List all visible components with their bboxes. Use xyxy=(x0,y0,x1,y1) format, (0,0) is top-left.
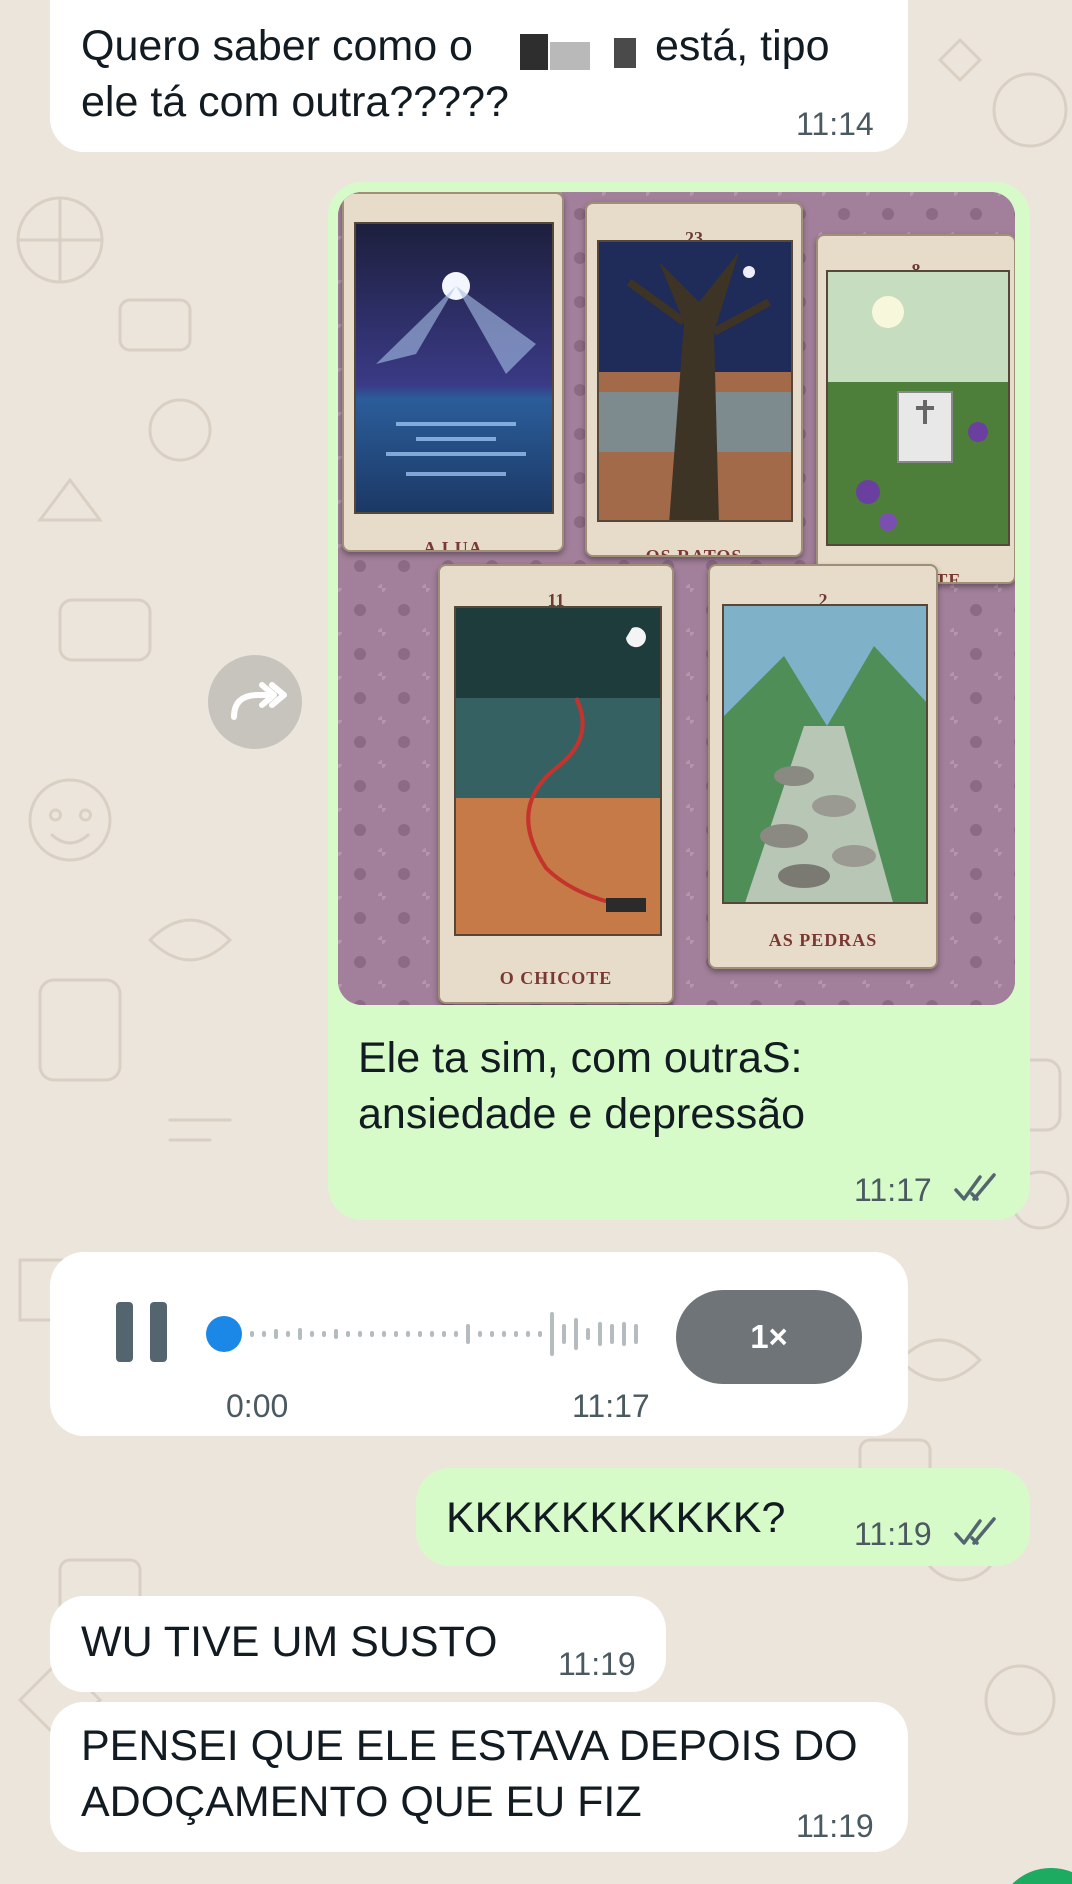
pause-icon xyxy=(116,1302,133,1362)
message-text-line1a: Quero saber como o xyxy=(81,22,473,70)
card-os-ratos: 23 OS RATOS xyxy=(585,202,803,557)
redacted-name-2 xyxy=(614,38,636,68)
message-text: WU TIVE UM SUSTO xyxy=(81,1618,498,1666)
forward-button[interactable] xyxy=(208,655,302,749)
audio-duration: 0:00 xyxy=(226,1388,289,1424)
message-text-line1b: está, tipo xyxy=(655,22,830,70)
whip-artwork xyxy=(456,608,660,934)
message-text: KKKKKKKKKKK? xyxy=(446,1494,786,1542)
card-a-morte: 8 A MORTE xyxy=(816,234,1015,584)
incoming-message-1[interactable]: Quero saber como o está, tipo ele tá com… xyxy=(50,0,908,152)
rats-artwork xyxy=(599,242,791,520)
death-artwork xyxy=(828,272,1008,544)
message-time: 11:17 xyxy=(572,1388,650,1424)
message-time: 11:19 xyxy=(854,1516,932,1552)
outgoing-image-message[interactable]: 32 A LUA xyxy=(328,182,1030,1220)
card-a-lua: 32 A LUA xyxy=(342,192,564,552)
message-time: 11:17 xyxy=(854,1172,932,1208)
pause-button[interactable] xyxy=(116,1302,176,1366)
message-time: 11:19 xyxy=(796,1808,874,1844)
moon-artwork xyxy=(356,224,552,512)
card-as-pedras: 2 AS PEDRAS xyxy=(708,564,938,969)
audio-progress-thumb[interactable] xyxy=(206,1316,242,1352)
stones-artwork xyxy=(724,606,926,902)
audio-waveform[interactable] xyxy=(204,1304,664,1364)
double-check-icon xyxy=(954,1517,996,1545)
forward-icon xyxy=(231,682,287,720)
message-time: 11:19 xyxy=(558,1646,636,1682)
caption-line2: ansiedade e depressão xyxy=(358,1090,806,1138)
redacted-name xyxy=(520,34,548,70)
card-title: A LUA xyxy=(423,538,483,552)
redacted-name-fade xyxy=(550,42,590,70)
outgoing-message-kkk[interactable]: KKKKKKKKKKK? 11:19 xyxy=(416,1468,1030,1566)
tarot-cards-photo[interactable]: 32 A LUA xyxy=(338,192,1015,1005)
card-title: OS RATOS xyxy=(645,546,743,557)
card-title: AS PEDRAS xyxy=(768,930,878,950)
message-text-line2: ele tá com outra????? xyxy=(81,78,509,126)
message-time: 11:14 xyxy=(796,106,874,142)
double-check-icon xyxy=(954,1173,996,1201)
incoming-message-susto[interactable]: WU TIVE UM SUSTO 11:19 xyxy=(50,1596,666,1692)
message-text-line2: ADOÇAMENTO QUE EU FIZ xyxy=(81,1778,642,1826)
pause-icon-bar xyxy=(150,1302,167,1362)
playback-speed-button[interactable]: 1× xyxy=(676,1290,862,1384)
incoming-audio-message[interactable]: 0:00 11:17 1× xyxy=(50,1252,908,1436)
card-o-chicote: 11 O CHICOTE xyxy=(438,564,674,1004)
incoming-message-adocamento[interactable]: PENSEI QUE ELE ESTAVA DEPOIS DO ADOÇAMEN… xyxy=(50,1702,908,1852)
caption-line1: Ele ta sim, com outraS: xyxy=(358,1034,803,1082)
message-text-line1: PENSEI QUE ELE ESTAVA DEPOIS DO xyxy=(81,1722,858,1770)
card-title: O CHICOTE xyxy=(499,968,613,988)
